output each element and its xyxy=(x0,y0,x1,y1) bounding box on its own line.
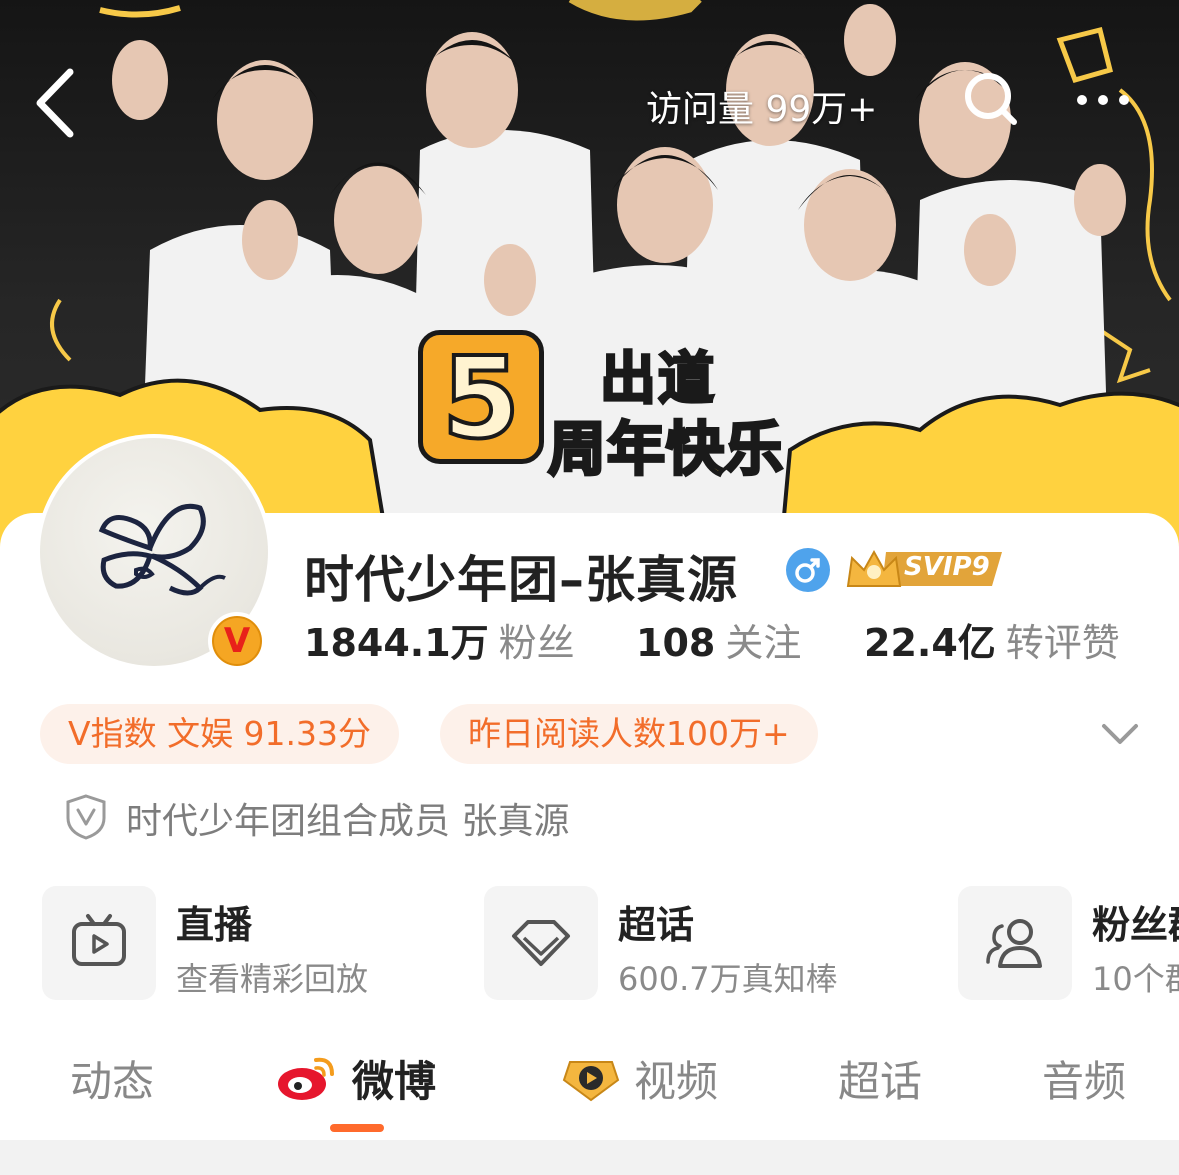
profile-name: 时代少年团–张真源 xyxy=(304,551,738,609)
tab-feed[interactable]: 动态 xyxy=(70,1048,154,1109)
stat-followers[interactable]: 1844.1万 粉丝 xyxy=(304,612,575,667)
more-dots-icon xyxy=(1077,95,1129,105)
visit-count: 访问量 99万+ xyxy=(646,89,878,130)
tv-icon xyxy=(42,886,156,1000)
active-tab-indicator xyxy=(330,1124,384,1132)
verification-text: 时代少年团组合成员 张真源 xyxy=(126,801,570,842)
tab-video[interactable]: 视频 xyxy=(634,1048,718,1109)
expand-profile-button[interactable] xyxy=(1096,716,1144,752)
anniversary-number: 5 xyxy=(440,334,522,464)
svip-badge[interactable]: SVIP9 xyxy=(846,546,1004,592)
stat-value: 22.4亿 xyxy=(864,621,996,665)
tab-super-topic[interactable]: 超话 xyxy=(838,1048,922,1109)
group-icon xyxy=(958,886,1072,1000)
entry-title: 超话 xyxy=(618,903,695,947)
entry-subtitle: 查看精彩回放 xyxy=(176,960,369,998)
chevron-left-icon xyxy=(36,68,74,138)
search-button[interactable] xyxy=(956,64,1026,134)
more-button[interactable] xyxy=(1068,70,1138,130)
stat-value: 1844.1万 xyxy=(304,621,489,665)
anniversary-badge: 5 xyxy=(418,330,544,464)
verified-v-icon: V xyxy=(223,621,251,661)
back-button[interactable] xyxy=(22,58,92,148)
top-navigation-bar: 访问量 99万+ xyxy=(0,40,1179,160)
entry-live[interactable]: 直播 查看精彩回放 xyxy=(42,886,462,1000)
stat-engagement[interactable]: 22.4亿 转评赞 xyxy=(864,612,1120,667)
tab-audio[interactable]: 音频 xyxy=(1042,1048,1126,1109)
search-icon xyxy=(965,73,1017,125)
entry-fan-group[interactable]: 粉丝群 10个群 xyxy=(958,886,1179,1000)
daily-readers-chip[interactable]: 昨日阅读人数100万+ xyxy=(440,704,818,764)
stat-label: 关注 xyxy=(725,621,802,665)
stat-value: 108 xyxy=(636,621,716,665)
content-divider xyxy=(0,1140,1179,1175)
entry-title: 粉丝群 xyxy=(1092,903,1179,947)
anniversary-text-line2: 周年快乐 xyxy=(546,414,785,485)
entry-title: 直播 xyxy=(176,903,253,947)
svip-label: SVIP9 xyxy=(904,552,990,582)
diamond-icon xyxy=(484,886,598,1000)
chevron-down-icon xyxy=(1102,724,1138,744)
entry-subtitle: 600.7万真知棒 xyxy=(618,960,838,998)
profile-tabs: 动态 微博 视频 超话 音频 xyxy=(0,1040,1179,1140)
entry-super-topic[interactable]: 超话 600.7万真知棒 xyxy=(484,886,934,1000)
tab-weibo[interactable]: 微博 xyxy=(352,1048,436,1109)
video-badge-icon xyxy=(562,1061,620,1102)
v-index-chip[interactable]: V指数 文娱 91.33分 xyxy=(40,704,400,764)
male-gender-icon xyxy=(786,548,830,592)
weibo-logo-icon xyxy=(278,1057,334,1100)
shield-v-icon xyxy=(66,794,106,840)
verified-badge: V xyxy=(208,612,266,670)
entry-subtitle: 10个群 xyxy=(1092,960,1179,998)
stat-following[interactable]: 108 关注 xyxy=(636,612,801,667)
stat-label: 粉丝 xyxy=(498,621,575,665)
stat-label: 转评赞 xyxy=(1005,621,1120,665)
